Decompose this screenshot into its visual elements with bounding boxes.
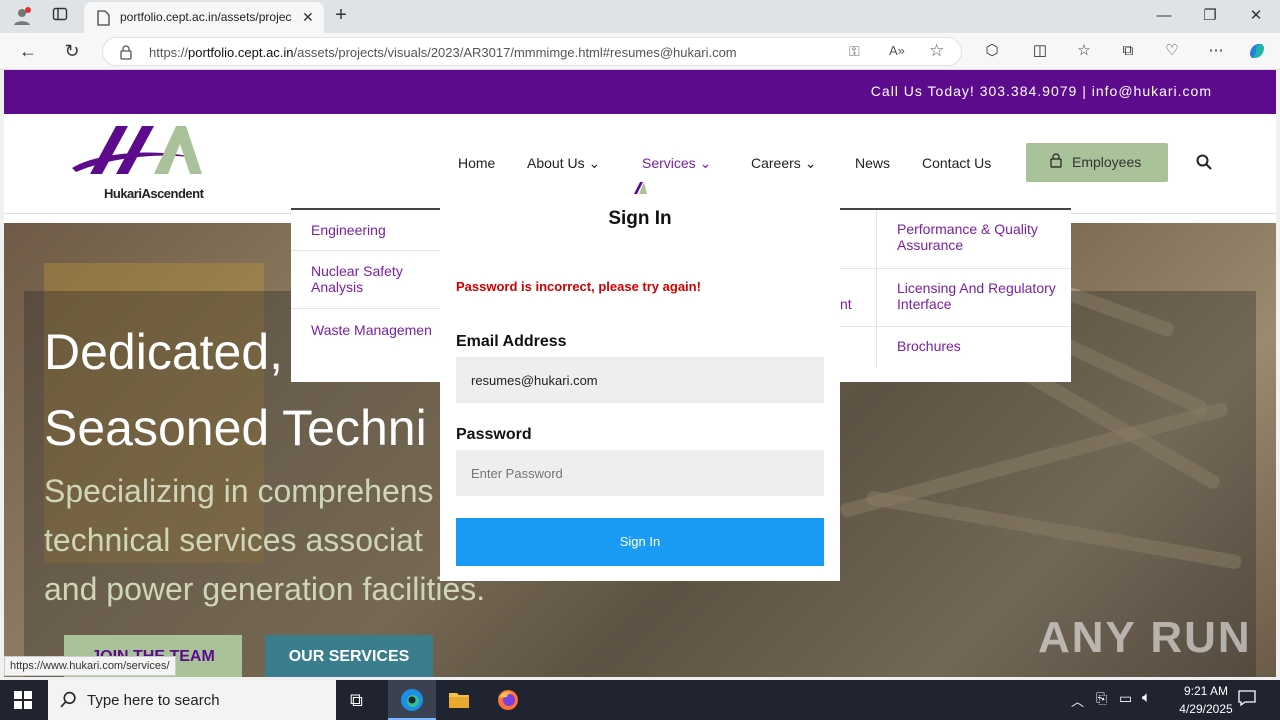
logo-text: HukariAscendent xyxy=(104,186,204,201)
tab-actions-icon[interactable] xyxy=(50,6,70,26)
page-icon xyxy=(96,10,110,31)
error-message: Password is incorrect, please try again! xyxy=(456,279,701,294)
collections-icon[interactable]: ⧉ xyxy=(1118,41,1138,61)
employees-button[interactable]: Employees xyxy=(1026,143,1168,182)
nav-about-label: About Us xyxy=(527,155,585,171)
hero-sub-2: technical services associat xyxy=(44,522,423,558)
extensions-icon[interactable]: ⬡ xyxy=(982,41,1002,61)
favorites-icon[interactable]: ☆ xyxy=(1074,41,1094,61)
site-logo[interactable]: HukariAscendent xyxy=(68,124,208,204)
tab-title: portfolio.cept.ac.in/assets/projec xyxy=(120,10,292,24)
more-options-icon[interactable]: ⋯ xyxy=(1206,41,1226,61)
clock-date[interactable]: 4/29/2025 xyxy=(1167,702,1245,716)
nav-about-us[interactable]: About Us ⌄ xyxy=(527,155,600,172)
address-bar-row: ← ↻ https://portfolio.cept.ac.in/assets/… xyxy=(0,33,1280,70)
notifications-icon[interactable] xyxy=(1238,689,1256,712)
modal-title: Sign In xyxy=(608,208,672,229)
clock-time[interactable]: 9:21 AM xyxy=(1173,684,1239,698)
anyrun-watermark: ANY RUN xyxy=(1038,613,1252,662)
email-field[interactable] xyxy=(456,357,824,403)
refresh-icon[interactable]: ↻ xyxy=(62,41,82,61)
browser-tab[interactable]: portfolio.cept.ac.in/assets/projec ✕ xyxy=(84,2,324,33)
search-icon[interactable] xyxy=(1196,154,1212,175)
chevron-down-icon: ⌄ xyxy=(588,155,601,171)
read-aloud-icon[interactable]: A» xyxy=(889,43,905,58)
hero-sub-3: and power generation facilities. xyxy=(44,571,486,607)
restore-icon[interactable]: ❐ xyxy=(1200,6,1220,26)
network-icon[interactable]: ⎘ xyxy=(1096,690,1107,707)
minimize-icon[interactable]: — xyxy=(1154,6,1174,26)
copilot-icon[interactable] xyxy=(1246,41,1268,67)
close-window-icon[interactable]: ✕ xyxy=(1246,6,1266,26)
display-icon[interactable]: ▭ xyxy=(1119,690,1132,707)
key-icon[interactable]: ⚿ xyxy=(849,43,860,60)
password-field[interactable] xyxy=(456,450,824,496)
contact-text[interactable]: Call Us Today! 303.384.9079 | info@hukar… xyxy=(871,83,1212,99)
file-explorer-icon[interactable] xyxy=(448,690,470,715)
split-screen-icon[interactable]: ◫ xyxy=(1030,41,1050,61)
taskbar-search-placeholder: Type here to search xyxy=(87,692,220,709)
task-view-icon[interactable]: ⧉ xyxy=(350,690,363,711)
new-tab-icon[interactable]: + xyxy=(330,5,352,25)
nav-services-label: Services xyxy=(642,155,696,171)
edge-taskbar-icon[interactable] xyxy=(388,680,436,720)
windows-taskbar: Type here to search ⧉ ︿ ⎘ ▭ 🔈︎ 9:21 AM 4… xyxy=(0,680,1280,720)
nav-services[interactable]: Services ⌄ xyxy=(642,155,711,172)
sign-in-modal: Sign In Password is incorrect, please tr… xyxy=(440,180,840,581)
url-path: /assets/projects/visuals/2023/AR3017/mmm… xyxy=(293,45,737,60)
show-hidden-icons-icon[interactable]: ︿ xyxy=(1071,691,1084,710)
dropdown-item-licensing[interactable]: Licensing And Regulatory Interface xyxy=(897,280,1065,312)
nav-careers-label: Careers xyxy=(751,155,801,171)
modal-logo-icon xyxy=(632,181,648,200)
close-tab-icon[interactable]: ✕ xyxy=(302,9,314,26)
employees-label: Employees xyxy=(1072,154,1142,170)
dropdown-item-brochures[interactable]: Brochures xyxy=(897,338,961,354)
sign-in-button[interactable]: Sign In xyxy=(456,518,824,566)
profile-icon[interactable] xyxy=(10,6,34,26)
link-status-bar: https://www.hukari.com/services/ xyxy=(4,656,176,676)
url-host: portfolio.cept.ac.in xyxy=(188,45,294,60)
lock-icon xyxy=(1050,153,1062,171)
hero-headline-2: Seasoned Techni xyxy=(44,400,427,456)
browser-tab-bar: portfolio.cept.ac.in/assets/projec ✕ + —… xyxy=(0,0,1280,33)
chevron-down-icon: ⌄ xyxy=(804,155,817,171)
taskbar-search-box[interactable]: Type here to search xyxy=(48,680,336,720)
favorite-star-icon[interactable]: ☆ xyxy=(929,41,944,61)
our-services-button[interactable]: OUR SERVICES xyxy=(265,635,433,677)
email-label: Email Address xyxy=(456,333,567,350)
nav-careers[interactable]: Careers ⌄ xyxy=(751,155,816,172)
windows-start-icon[interactable] xyxy=(14,691,32,714)
search-icon xyxy=(60,691,77,712)
back-icon[interactable]: ← xyxy=(18,41,38,61)
services-dropdown-right: nt Performance & Quality Assurance Licen… xyxy=(840,208,1071,382)
firefox-icon[interactable] xyxy=(497,689,519,716)
nav-home[interactable]: Home xyxy=(458,155,495,171)
volume-icon[interactable]: 🔈︎ xyxy=(1142,689,1151,706)
nav-contact-us[interactable]: Contact Us xyxy=(922,155,991,171)
password-label: Password xyxy=(456,426,532,443)
services-dropdown-left: Engineering Nuclear Safety Analysis Wast… xyxy=(291,208,441,382)
dropdown-item-fragment[interactable]: nt xyxy=(840,296,852,312)
chevron-down-icon: ⌄ xyxy=(699,155,712,171)
contact-topbar: Call Us Today! 303.384.9079 | info@hukar… xyxy=(4,70,1276,114)
nav-news[interactable]: News xyxy=(855,155,890,171)
dropdown-item-engineering[interactable]: Engineering xyxy=(311,222,386,238)
hero-headline-1: Dedicated, xyxy=(44,324,284,380)
url-field[interactable]: https://portfolio.cept.ac.in/assets/proj… xyxy=(102,37,962,66)
dropdown-item-performance-qa[interactable]: Performance & Quality Assurance xyxy=(897,221,1065,253)
dropdown-item-nuclear-safety[interactable]: Nuclear Safety Analysis xyxy=(311,263,431,295)
hero-sub-1: Specializing in comprehens xyxy=(44,473,434,509)
performance-icon[interactable]: ♡ xyxy=(1162,41,1182,61)
url-prefix: https:// xyxy=(149,45,189,60)
lock-icon[interactable] xyxy=(119,44,133,65)
dropdown-item-waste-management[interactable]: Waste Managemen xyxy=(311,322,432,338)
